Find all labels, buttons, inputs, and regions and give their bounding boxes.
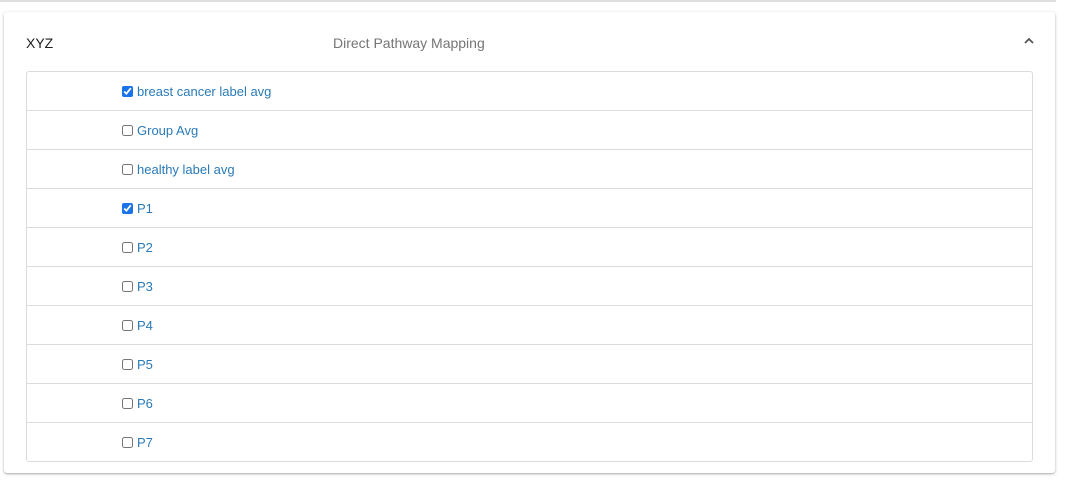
checkbox-label: P7 — [137, 434, 153, 450]
list-item: P4 — [27, 305, 1032, 344]
checkbox-option[interactable]: breast cancer label avg — [122, 84, 271, 99]
list-item: P6 — [27, 383, 1032, 422]
checkbox[interactable] — [122, 163, 133, 175]
list-item: breast cancer label avg — [27, 72, 1032, 110]
checkbox-option[interactable]: P2 — [122, 240, 153, 255]
checkbox-option[interactable]: healthy label avg — [122, 162, 235, 177]
checkbox-label: breast cancer label avg — [137, 83, 272, 99]
checkbox[interactable] — [122, 436, 133, 448]
list-item: P1 — [27, 188, 1032, 227]
checkbox-option[interactable]: P3 — [122, 279, 153, 294]
divider — [0, 0, 1056, 2]
checkbox[interactable] — [122, 280, 133, 292]
checkbox-label: P4 — [137, 317, 153, 333]
checkbox-option[interactable]: P5 — [122, 357, 153, 372]
checkbox-label: P2 — [137, 239, 153, 255]
list-item: P5 — [27, 344, 1032, 383]
checkbox-option[interactable]: Group Avg — [122, 123, 198, 138]
checkbox[interactable] — [122, 85, 133, 97]
checkbox-option[interactable]: P1 — [122, 201, 153, 216]
checkbox[interactable] — [122, 319, 133, 331]
checkbox-label: P6 — [137, 395, 153, 411]
checkbox[interactable] — [122, 124, 133, 136]
checkbox[interactable] — [122, 358, 133, 370]
checkbox-option[interactable]: P7 — [122, 435, 153, 450]
checkbox-list: breast cancer label avg Group Avg healthy … — [26, 71, 1033, 462]
list-item: P2 — [27, 227, 1032, 266]
checkbox-option[interactable]: P4 — [122, 318, 153, 333]
list-item: P3 — [27, 266, 1032, 305]
panel-title: XYZ — [26, 35, 54, 51]
panel-subtitle: Direct Pathway Mapping — [333, 35, 485, 51]
checkbox[interactable] — [122, 397, 133, 409]
chevron-up-icon[interactable] — [1022, 34, 1036, 48]
checkbox-label: P5 — [137, 356, 153, 372]
list-item: P7 — [27, 422, 1032, 461]
checkbox-label: P3 — [137, 278, 153, 294]
checkbox-label: healthy label avg — [137, 161, 235, 177]
list-item: healthy label avg — [27, 149, 1032, 188]
checkbox[interactable] — [122, 202, 133, 214]
checkbox-label: Group Avg — [137, 122, 199, 138]
expansion-panel: XYZ Direct Pathway Mapping breast cancer… — [4, 12, 1055, 473]
checkbox-option[interactable]: P6 — [122, 396, 153, 411]
checkbox[interactable] — [122, 241, 133, 253]
checkbox-label: P1 — [137, 200, 153, 216]
list-item: Group Avg — [27, 110, 1032, 149]
